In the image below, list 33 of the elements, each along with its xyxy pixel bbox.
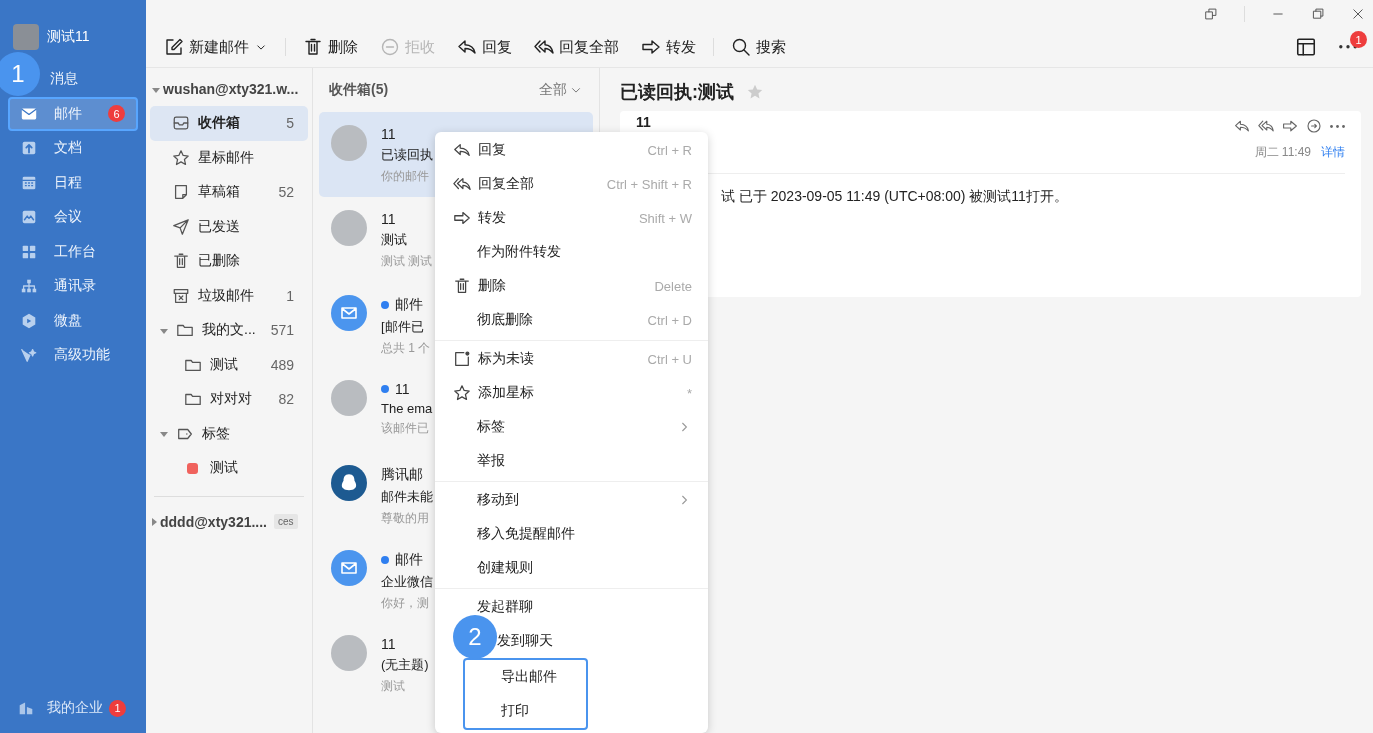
subject-text: 测试 <box>381 231 408 249</box>
unread-badge: 6 <box>108 105 125 123</box>
subject-text: (无主题) <box>381 656 429 674</box>
sender-name: 邮件 <box>395 296 423 314</box>
preview-text: 总共 1 个 <box>381 340 431 357</box>
subject-text: The ema <box>381 401 433 416</box>
sender-name: 11 <box>381 126 396 142</box>
step-number-badge: 1 <box>0 52 40 96</box>
preview-text: 尊敬的用 <box>381 510 430 527</box>
preview-text: 该邮件已 <box>381 420 430 437</box>
sender-name: 邮件 <box>395 551 423 569</box>
subject-text: 已读回执 <box>381 146 433 164</box>
subject-text: [邮件已 <box>381 318 425 336</box>
sender-name: 11 <box>636 114 651 130</box>
subject-text: 邮件未能 <box>381 488 433 506</box>
unread-badge: 1 <box>109 699 126 717</box>
user-name: 测试11 <box>47 28 90 46</box>
subject-text: 企业微信 <box>381 573 433 591</box>
email-time: 周二 11:49 <box>1254 144 1311 161</box>
preview-text: 测试 测试 <box>381 253 433 270</box>
list-title: 收件箱(5) <box>329 81 389 99</box>
preview-text: 你好，测 <box>381 595 430 612</box>
email-body: 试 已于 2023-09-05 11:49 (UTC+08:00) 被测试11打开。 <box>721 188 1069 206</box>
sender-name: 11 <box>381 211 396 227</box>
step-number-badge: 2 <box>453 615 497 659</box>
email-title: 已读回执:测试 <box>620 81 734 104</box>
sender-name: 腾讯邮 <box>381 466 423 484</box>
preview-text: 你的邮件 <box>381 168 430 185</box>
account-tag: ces <box>274 514 298 529</box>
notification-badge: 1 <box>1350 31 1367 49</box>
sender-name: 11 <box>381 636 396 652</box>
preview-text: 测试 <box>381 678 406 695</box>
sender-name: 11 <box>395 381 410 397</box>
